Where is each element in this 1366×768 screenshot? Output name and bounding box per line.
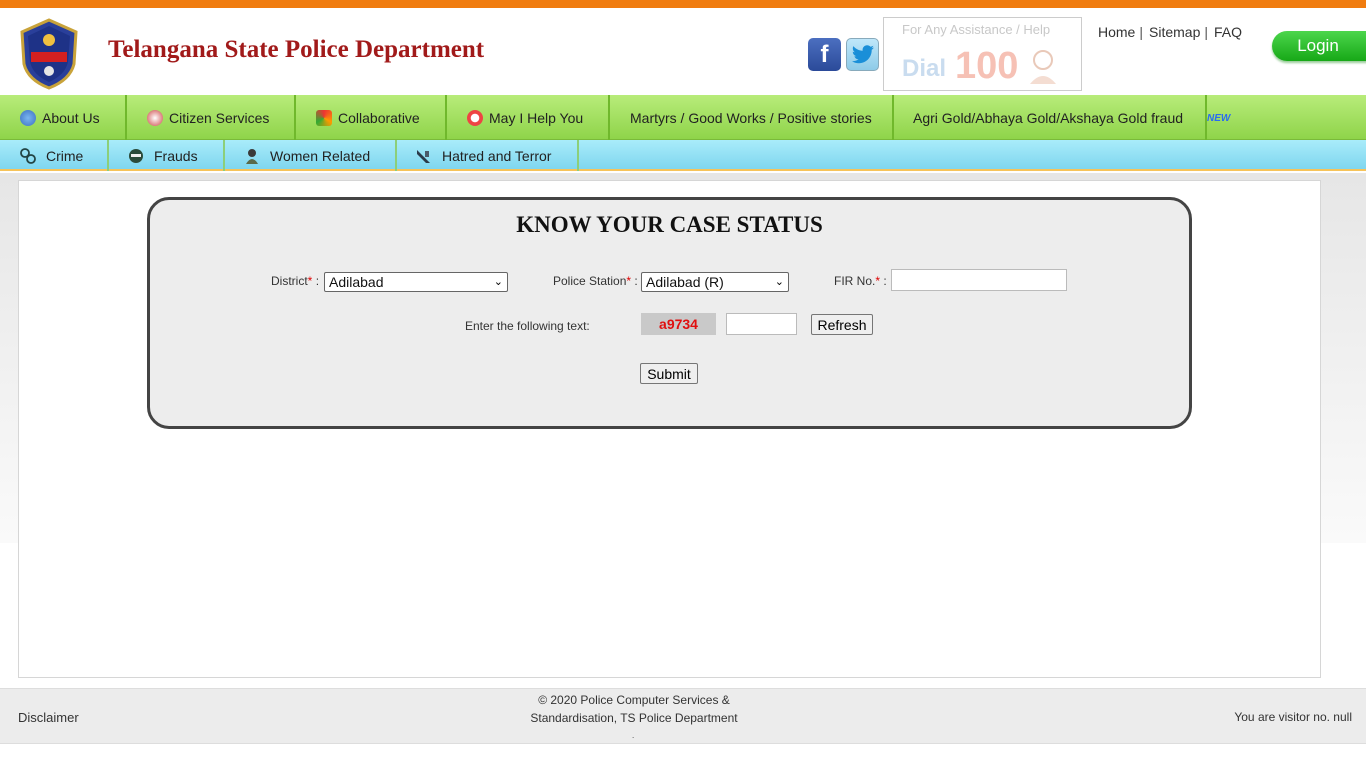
nav-citizen-services[interactable]: Citizen Services [127,95,296,140]
collaborative-icon [316,109,332,126]
chevron-down-icon: ⌄ [774,276,784,288]
masked-person-icon [129,148,143,163]
login-button[interactable]: Login [1272,31,1366,61]
new-badge: NEW [1207,113,1231,124]
case-status-panel: KNOW YOUR CASE STATUS District* : Adilab… [147,197,1192,429]
faq-link[interactable]: FAQ [1214,24,1242,40]
nav-martyrs[interactable]: Martyrs / Good Works / Positive stories [610,95,894,140]
site-footer: Disclaimer © 2020 Police Computer Servic… [0,688,1366,744]
nav-women-related[interactable]: Women Related [225,140,397,171]
disclaimer-link[interactable]: Disclaimer [18,710,79,725]
dial-word: Dial [902,55,947,82]
nav-agri-gold[interactable]: Agri Gold/Abhaya Gold/Akshaya Gold fraud [894,95,1207,140]
site-header: Telangana State Police Department f For … [0,8,1366,95]
submit-button[interactable]: Submit [640,363,698,384]
captcha-image: a9734 [641,313,716,335]
refresh-button[interactable]: Refresh [811,314,873,335]
district-label: District* : [271,274,320,288]
terror-icon [417,149,430,163]
site-title: Telangana State Police Department [108,36,485,63]
nav-collaborative-label: Collaborative [338,109,420,126]
police-station-select[interactable]: Adilabad (R) ⌄ [641,272,789,292]
nav-hatred-terror-label: Hatred and Terror [442,147,552,164]
nav-about-us-label: About Us [42,109,100,126]
dial-help-text: For Any Assistance / Help [902,22,1051,37]
nav-hatred-terror[interactable]: Hatred and Terror [397,140,579,171]
nav-agri-gold-label: Agri Gold/Abhaya Gold/Akshaya Gold fraud [913,109,1184,126]
nav-citizen-services-label: Citizen Services [169,109,270,126]
sitemap-link[interactable]: Sitemap [1149,24,1200,40]
nav-collaborative[interactable]: Collaborative [296,95,447,140]
nav-frauds-label: Frauds [154,147,198,164]
woman-icon [246,148,258,164]
district-select[interactable]: Adilabad ⌄ [324,272,508,292]
nav-may-i-help-you-label: May I Help You [489,109,584,126]
visitor-counter: You are visitor no. null [1234,710,1352,724]
fir-input[interactable] [891,269,1067,291]
nav-frauds[interactable]: Frauds [109,140,225,171]
dial-number: 100 [955,45,1019,87]
captcha-input[interactable] [726,313,797,335]
dial-100-banner[interactable]: For Any Assistance / Help Dial 100 [883,17,1082,91]
captcha-label: Enter the following text: [465,319,590,333]
chevron-down-icon: ⌄ [493,276,503,288]
home-link[interactable]: Home [1098,24,1135,40]
district-select-value: Adilabad [329,274,384,290]
twitter-icon[interactable] [846,38,879,71]
lifebuoy-icon [467,109,483,126]
operator-icon [1030,50,1056,84]
police-station-select-value: Adilabad (R) [646,274,724,290]
nav-may-i-help-you[interactable]: May I Help You [447,95,610,140]
primary-nav: About Us Citizen Services Collaborative … [0,95,1366,140]
fir-label: FIR No.* : [834,274,887,288]
secondary-nav: Crime Frauds Women Related Hatred and Te… [0,140,1366,171]
copyright-line-2: Standardisation, TS Police Department [530,711,738,725]
panel-title: KNOW YOUR CASE STATUS [516,212,823,237]
copyright-line-1: © 2020 Police Computer Services & [538,693,730,707]
copyright-text: © 2020 Police Computer Services & Standa… [514,691,754,727]
top-links: Home | Sitemap | FAQ [1098,24,1243,40]
nav-about-us[interactable]: About Us [0,95,127,140]
police-station-label: Police Station* : [553,274,638,288]
top-stripe [0,0,1366,8]
footer-dot: . [632,731,635,740]
info-icon [20,109,36,126]
nav-crime-label: Crime [46,147,84,164]
nav-crime[interactable]: Crime [0,140,109,171]
police-logo-icon[interactable] [18,18,80,90]
handcuffs-icon [20,147,36,164]
facebook-icon[interactable]: f [808,38,841,71]
nav-women-related-label: Women Related [270,147,371,164]
nav-martyrs-label: Martyrs / Good Works / Positive stories [630,109,872,126]
services-icon [147,109,163,126]
